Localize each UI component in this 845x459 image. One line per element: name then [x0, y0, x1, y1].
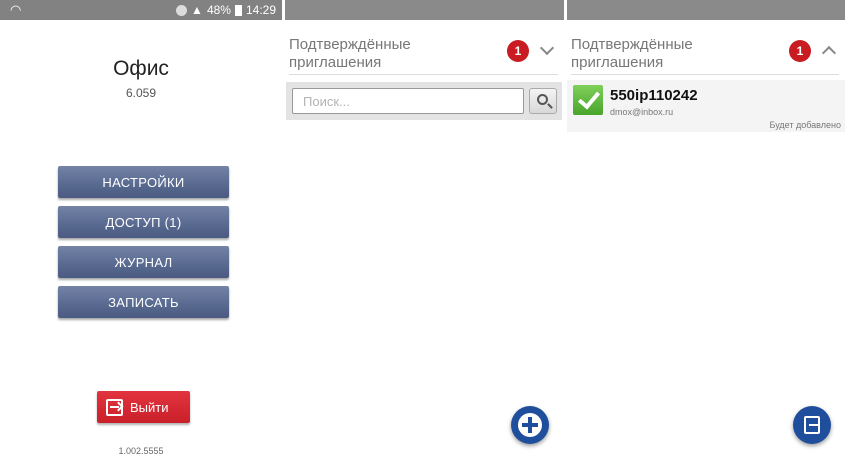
add-icon: [518, 413, 542, 437]
chevron-down-icon[interactable]: [537, 40, 557, 60]
list-item[interactable]: 550ip110242 dmox@inbox.ru Будет добавлен…: [567, 80, 845, 132]
invite-status: Будет добавлено: [769, 120, 841, 130]
invite-email: dmox@inbox.ru: [610, 107, 674, 117]
wifi-icon: ◠: [10, 2, 22, 17]
invites-title: Подтверждённые приглашения: [571, 36, 693, 71]
invites-screen-expanded: Подтверждённые приглашения 1 550ip110242…: [567, 0, 845, 459]
chevron-up-icon[interactable]: [819, 40, 839, 60]
logout-button[interactable]: Выйти: [97, 391, 190, 423]
main-screen: ◠ ▲ 48% 14:29 Офис 6.059 НАСТРОЙКИ ДОСТУ…: [0, 0, 282, 459]
page-title: Офис: [113, 57, 169, 80]
app-version: 1.002.5555: [118, 446, 164, 456]
logout-label: Выйти: [130, 399, 169, 415]
sync-icon: [176, 4, 188, 16]
logout-icon: [106, 398, 123, 416]
search-icon: [537, 94, 548, 105]
journal-button[interactable]: ЖУРНАЛ: [58, 246, 229, 278]
battery-icon: [234, 4, 242, 16]
count-badge: 1: [507, 40, 529, 62]
record-button[interactable]: ЗАПИСАТЬ: [58, 286, 229, 318]
page-subtitle: 6.059: [125, 86, 157, 100]
checkmark-icon: [573, 85, 603, 115]
invites-screen-collapsed: Подтверждённые приглашения 1: [285, 0, 564, 459]
status-bar: [285, 0, 564, 20]
battery-percent: 48%: [206, 3, 231, 17]
settings-button[interactable]: НАСТРОЙКИ: [58, 166, 229, 198]
add-button[interactable]: [511, 406, 549, 444]
invites-header[interactable]: Подтверждённые приглашения 1: [571, 36, 839, 75]
invites-header[interactable]: Подтверждённые приглашения 1: [289, 36, 558, 75]
invites-title: Подтверждённые приглашения: [289, 36, 411, 71]
search-bar: [286, 82, 562, 120]
exit-icon: [804, 416, 820, 434]
search-button[interactable]: [529, 88, 557, 114]
search-input[interactable]: [292, 88, 524, 114]
signal-icon: ▲: [191, 3, 203, 17]
exit-button[interactable]: [793, 406, 831, 444]
invite-name: 550ip110242: [610, 87, 698, 104]
access-button[interactable]: ДОСТУП (1): [58, 206, 229, 238]
status-bar: [567, 0, 845, 20]
count-badge: 1: [789, 40, 811, 62]
status-bar: ◠ ▲ 48% 14:29: [0, 0, 282, 20]
clock: 14:29: [245, 3, 276, 17]
